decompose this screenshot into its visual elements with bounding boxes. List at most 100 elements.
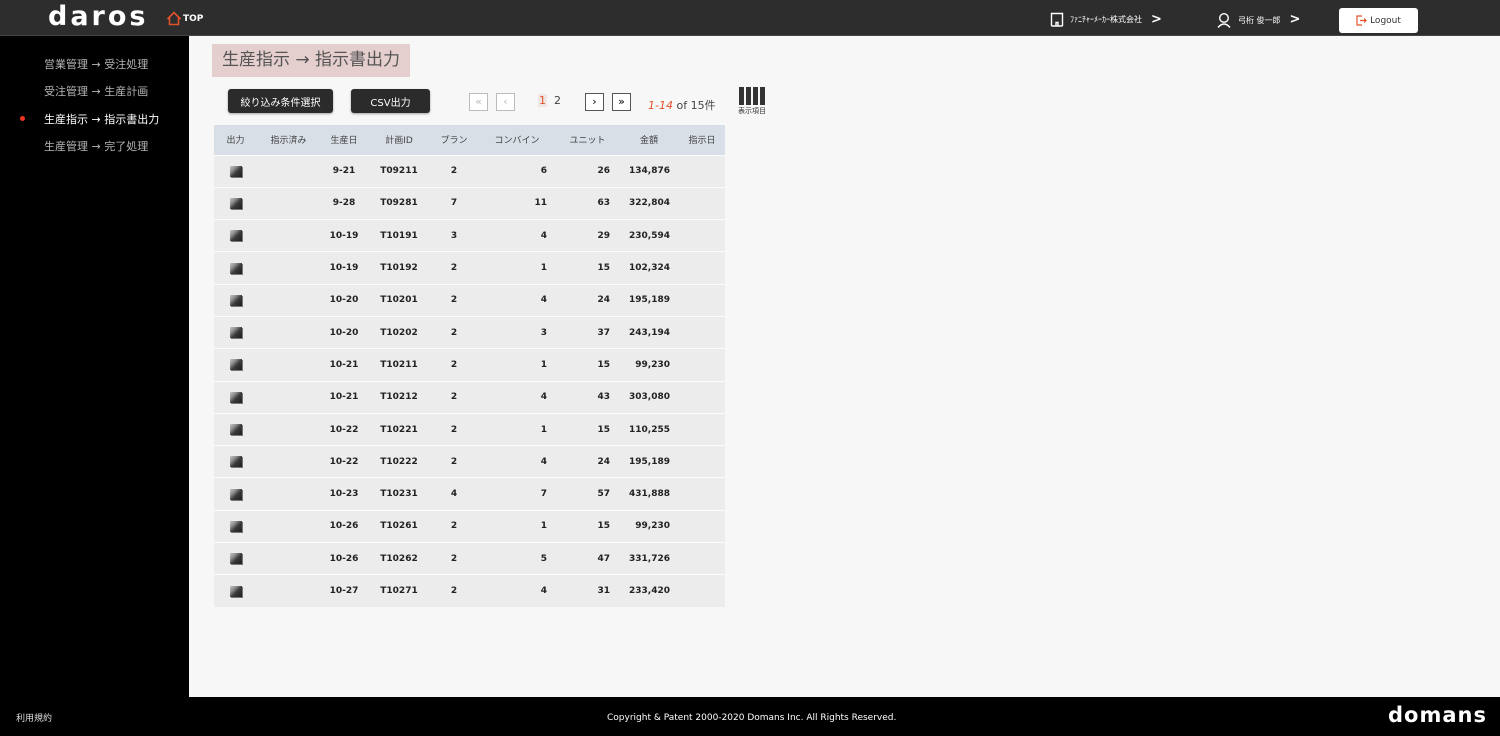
output-cell — [214, 412, 257, 446]
output-icon[interactable] — [229, 456, 242, 468]
output-icon[interactable] — [229, 359, 242, 371]
plan-id-cell: T10231 — [368, 477, 430, 511]
unit-cell: 26 — [556, 154, 619, 188]
daros-logo[interactable]: daros — [48, 3, 148, 30]
table-row[interactable]: 9-28 T09281 7 11 63 322,804 — [214, 186, 725, 220]
plan-id-cell: T10202 — [368, 315, 430, 349]
production-date-cell: 9-28 — [320, 186, 368, 220]
first-page-button[interactable]: « — [469, 93, 488, 111]
output-icon[interactable] — [229, 553, 242, 565]
sidebar-item-completion[interactable]: 生産管理 → 完了処理 — [44, 138, 148, 154]
output-icon[interactable] — [229, 165, 242, 177]
user-menu[interactable]: 弓桁 俊一郎 > — [1216, 12, 1300, 28]
production-date-cell: 10-20 — [320, 283, 368, 317]
column-settings-button[interactable]: 表示項目 — [735, 87, 769, 116]
unit-cell: 47 — [556, 542, 619, 575]
combine-cell: 4 — [478, 445, 556, 478]
range-value: 1-14 — [648, 99, 673, 112]
plan-cell: 2 — [430, 542, 478, 575]
table-row[interactable]: 10-22 T10222 2 4 24 195,189 — [214, 445, 725, 478]
copyright: Copyright & Patent 2000-2020 Domans Inc.… — [607, 713, 897, 723]
instruction-date-cell — [679, 348, 725, 382]
unit-cell: 15 — [556, 509, 619, 543]
instructed-cell — [257, 412, 320, 446]
plan-cell: 2 — [430, 283, 478, 317]
output-icon[interactable] — [229, 488, 242, 500]
domans-logo: domans — [1388, 703, 1487, 727]
plan-id-cell: T10222 — [368, 445, 430, 478]
page-number[interactable]: 2 — [554, 94, 561, 107]
table-row[interactable]: 9-21 T09211 2 6 26 134,876 — [214, 154, 725, 188]
home-link[interactable]: TOP — [166, 11, 203, 26]
col-production-date[interactable]: 生産日 — [320, 125, 368, 155]
unit-cell: 31 — [556, 574, 619, 608]
next-page-button[interactable]: › — [585, 93, 604, 111]
output-icon[interactable] — [229, 327, 242, 339]
col-combine[interactable]: コンバイン — [478, 125, 556, 155]
plan-id-cell: T10201 — [368, 283, 430, 317]
col-output[interactable]: 出力 — [214, 125, 257, 155]
production-date-cell: 10-19 — [320, 219, 368, 252]
table-row[interactable]: 10-19 T10192 2 1 15 102,324 — [214, 251, 725, 285]
csv-export-button[interactable]: CSV出力 — [351, 89, 430, 113]
instruction-date-cell — [679, 186, 725, 220]
combine-cell: 7 — [478, 477, 556, 511]
table-row[interactable]: 10-21 T10211 2 1 15 99,230 — [214, 348, 725, 382]
unit-cell: 15 — [556, 412, 619, 446]
sidebar-item-instruction-output[interactable]: 生産指示 → 指示書出力 — [44, 111, 159, 127]
plan-id-cell: T10191 — [368, 219, 430, 252]
instructed-cell — [257, 445, 320, 478]
company-menu[interactable]: ﾌｧﾆﾁｬｰﾒｰｶｰ株式会社 > — [1050, 12, 1162, 27]
col-unit[interactable]: ユニット — [556, 125, 619, 155]
instruction-date-cell — [679, 542, 725, 575]
table-row[interactable]: 10-27 T10271 2 4 31 233,420 — [214, 574, 725, 608]
page-number-current[interactable]: 1 — [538, 94, 547, 107]
table-row[interactable]: 10-19 T10191 3 4 29 230,594 — [214, 219, 725, 252]
instruction-date-cell — [679, 412, 725, 446]
table-row[interactable]: 10-20 T10201 2 4 24 195,189 — [214, 283, 725, 317]
table-row[interactable]: 10-26 T10261 2 1 15 99,230 — [214, 509, 725, 543]
plan-id-cell: T10261 — [368, 509, 430, 543]
table-row[interactable]: 10-22 T10221 2 1 15 110,255 — [214, 412, 725, 446]
logout-button[interactable]: Logout — [1339, 8, 1418, 33]
output-icon[interactable] — [229, 391, 242, 403]
output-icon[interactable] — [229, 424, 242, 436]
combine-cell: 5 — [478, 542, 556, 575]
table-row[interactable]: 10-26 T10262 2 5 47 331,726 — [214, 542, 725, 575]
home-icon — [166, 11, 182, 26]
table-row[interactable]: 10-23 T10231 4 7 57 431,888 — [214, 477, 725, 511]
plan-cell: 2 — [430, 251, 478, 285]
output-icon[interactable] — [229, 520, 242, 532]
output-icon[interactable] — [229, 197, 242, 209]
instruction-date-cell — [679, 477, 725, 511]
active-indicator — [20, 116, 25, 121]
production-date-cell: 10-21 — [320, 380, 368, 414]
instruction-date-cell — [679, 315, 725, 349]
output-icon[interactable] — [229, 294, 242, 306]
plan-cell: 7 — [430, 186, 478, 220]
last-page-button[interactable]: » — [612, 93, 631, 111]
terms-link[interactable]: 利用規約 — [16, 711, 52, 724]
output-cell — [214, 348, 257, 382]
sidebar-item-production-plan[interactable]: 受注管理 → 生産計画 — [44, 83, 148, 99]
col-amount[interactable]: 金額 — [619, 125, 679, 155]
plan-cell: 3 — [430, 219, 478, 252]
sidebar-item-sales-orders[interactable]: 営業管理 → 受注処理 — [44, 56, 148, 72]
filter-button[interactable]: 絞り込み条件選択 — [228, 89, 333, 113]
col-instructed[interactable]: 指示済み — [257, 125, 320, 155]
output-cell — [214, 219, 257, 252]
instructed-cell — [257, 477, 320, 511]
amount-cell: 99,230 — [619, 348, 679, 382]
prev-page-button[interactable]: ‹ — [496, 93, 515, 111]
col-plan[interactable]: プラン — [430, 125, 478, 155]
col-instruction-date[interactable]: 指示日 — [679, 125, 725, 155]
output-icon[interactable] — [229, 585, 242, 597]
table-row[interactable]: 10-20 T10202 2 3 37 243,194 — [214, 315, 725, 349]
plan-id-cell: T09211 — [368, 154, 430, 188]
output-icon[interactable] — [229, 262, 242, 274]
col-plan-id[interactable]: 計画ID — [368, 125, 430, 155]
amount-cell: 99,230 — [619, 509, 679, 543]
output-icon[interactable] — [229, 230, 242, 242]
user-icon — [1217, 12, 1231, 28]
table-row[interactable]: 10-21 T10212 2 4 43 303,080 — [214, 380, 725, 414]
